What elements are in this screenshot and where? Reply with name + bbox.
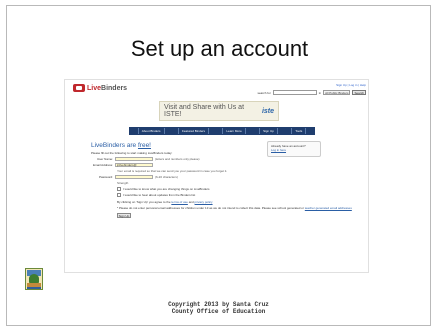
nav-tab-featured[interactable]: Featured Binders [177, 128, 209, 134]
county-office-emblem [25, 268, 43, 290]
tree-icon [29, 274, 39, 283]
email-row: Email Address: jnlivebinders@ [91, 163, 351, 167]
teacher-email-link[interactable]: teacher generated email addresses [305, 206, 352, 210]
newsletter-checkbox-row: I would like to hear about updates from … [117, 193, 351, 197]
password-hint: (6-20 characters) [155, 175, 178, 179]
username-row: User Name: (letters and numbers only ple… [91, 157, 351, 161]
search-in-label: in [318, 90, 322, 95]
newsletter-checkbox-label: I would like to hear about updates from … [123, 193, 196, 197]
main-nav: About Binders Featured Binders Learn Mor… [129, 127, 315, 135]
search-input[interactable] [272, 90, 317, 95]
search-scope-select[interactable]: All Public Binders [323, 90, 351, 95]
email-field[interactable]: jnlivebinders@ [115, 163, 153, 167]
password-label: Password: [98, 175, 113, 179]
updates-checkbox[interactable] [117, 187, 121, 191]
username-hint: (letters and numbers only please) [155, 157, 200, 161]
privacy-link[interactable]: privacy policy [195, 200, 213, 204]
top-links[interactable]: Sign Up | Log in | Help [336, 83, 366, 87]
login-box: Already have an account? Log in here [267, 141, 321, 157]
search-bar: search for in All Public Binders Search [257, 90, 366, 95]
banner-text: Visit and Share with Us at ISTE! [164, 104, 245, 118]
logo-text-live: Live [87, 84, 102, 92]
logo-text-binders: Binders [101, 84, 128, 92]
password-row: Password: (6-20 characters) [91, 175, 351, 179]
livebinders-logo[interactable]: LiveBinders [73, 84, 127, 92]
iste-logo: iste [261, 107, 274, 115]
nav-tab-learn-more[interactable]: Learn More [222, 128, 246, 134]
signup-form: LiveBinders are free! Please fill out th… [91, 142, 352, 270]
updates-checkbox-label: I would like to know what you are changi… [123, 187, 210, 191]
nav-tab-sign-up[interactable]: Sign Up [259, 128, 278, 134]
username-label: User Name: [96, 157, 113, 161]
nav-tab-tools[interactable]: Tools [291, 128, 307, 134]
username-field[interactable] [115, 157, 153, 161]
iste-banner[interactable]: Visit and Share with Us at ISTE! iste [159, 101, 279, 121]
binder-icon [73, 84, 85, 92]
email-note: Your email is required so that we can se… [117, 169, 228, 173]
sign-up-button[interactable]: Sign Up [117, 213, 131, 218]
updates-checkbox-row: I would like to know what you are changi… [117, 187, 351, 191]
login-link[interactable]: Log in here [271, 148, 286, 152]
newsletter-checkbox[interactable] [117, 193, 121, 197]
password-field[interactable] [115, 175, 153, 179]
password-strength: Strength [117, 181, 129, 185]
free-link[interactable]: free! [138, 142, 151, 149]
terms-link[interactable]: terms of use [171, 200, 188, 204]
search-button[interactable]: Search [352, 90, 366, 95]
embedded-screenshot: LiveBinders Sign Up | Log in | Help sear… [64, 79, 369, 273]
search-label: search for [257, 90, 271, 95]
privacy-note: * Please do not enter personal email add… [117, 206, 352, 210]
terms-text: By clicking on 'Sign Up' you agree to th… [117, 200, 213, 204]
nav-tab-about[interactable]: About Binders [137, 128, 165, 134]
copyright-line-1: Copyright 2013 by Santa Cruz [168, 301, 269, 308]
copyright-line-2: County Office of Education [171, 308, 266, 315]
email-label: Email Address: [92, 163, 113, 167]
copyright-footer: Copyright 2013 by Santa Cruz County Offi… [0, 301, 437, 315]
slide-title: Set up an account [130, 36, 309, 61]
